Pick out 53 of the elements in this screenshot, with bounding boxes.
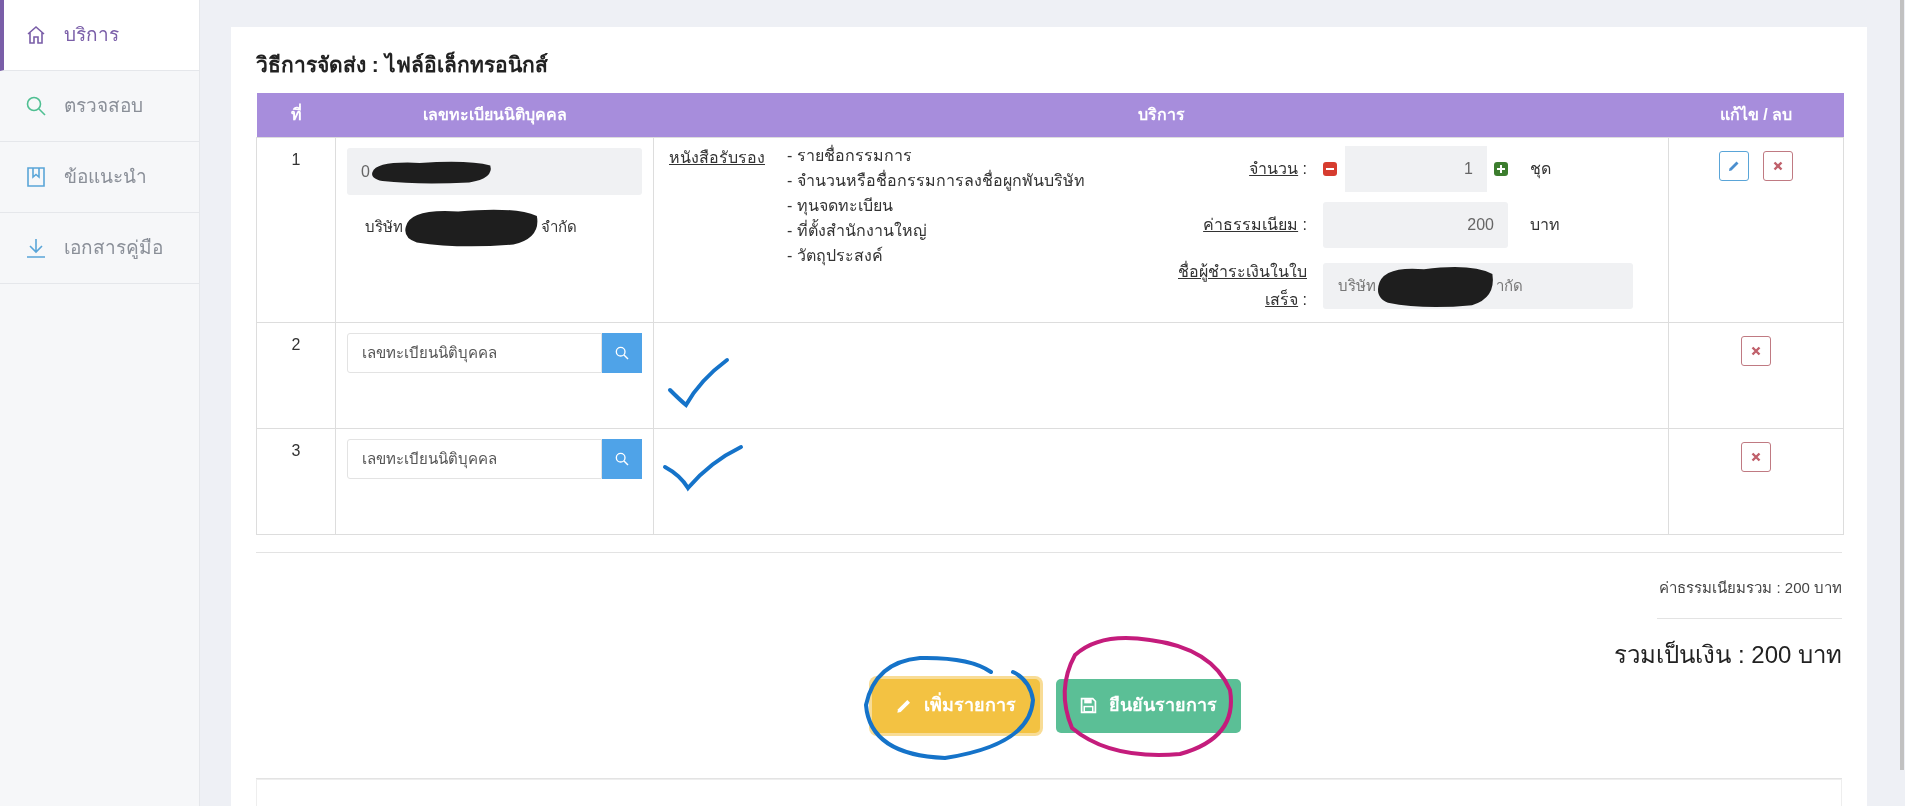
grand-total: รวมเป็นเงิน : 200 บาท <box>1614 639 1842 670</box>
company-name: บริษัท <box>365 216 403 237</box>
field-label: จำนวน : <box>1249 160 1307 177</box>
sidebar-item[interactable]: ข้อแนะนำ <box>0 142 199 213</box>
row-number: 1 <box>291 151 301 168</box>
field-label: ค่าธรรมเนียม : <box>1203 216 1307 233</box>
check-mark-annotation <box>668 358 729 407</box>
plus-icon[interactable] <box>1494 162 1508 176</box>
download-icon <box>24 236 48 260</box>
fee-field[interactable]: 200 <box>1323 202 1508 248</box>
fee-total: ค่าธรรมเนียมรวม : 200 บาท <box>1659 578 1842 598</box>
registration-search-field[interactable]: เลขทะเบียนนิติบุคคล <box>347 439 602 479</box>
section-title: วิธีการจัดส่ง : ไฟล์อิเล็กทรอนิกส์ <box>256 50 549 78</box>
close-icon <box>1751 346 1761 356</box>
certificate-link[interactable]: หนังสือรับรอง <box>669 146 765 314</box>
close-icon <box>1751 452 1761 462</box>
close-icon <box>1773 161 1783 171</box>
search-button[interactable] <box>602 333 642 373</box>
search-icon <box>614 345 630 361</box>
registration-field: 0 <box>347 148 642 195</box>
unit-label: ชุด <box>1530 159 1551 181</box>
field-label: ชื่อผู้ชำระเงินในใบเสร็จ : <box>1178 263 1307 308</box>
confirm-button[interactable]: ยืนยันรายการ <box>1055 678 1241 733</box>
company-name: จำกัด <box>541 216 577 237</box>
edit-button[interactable] <box>1719 151 1749 181</box>
search-icon <box>614 451 630 467</box>
bookmark-icon <box>24 165 48 189</box>
column-header: ที่ <box>290 105 302 123</box>
delete-button[interactable] <box>1763 151 1793 181</box>
service-item: - รายชื่อกรรมการ <box>787 144 913 166</box>
service-item: - จำนวนหรือชื่อกรรมการลงชื่อผูกพันบริษัท <box>787 169 1085 193</box>
quantity-field[interactable]: 1 <box>1345 146 1487 192</box>
sidebar-item[interactable]: บริการ <box>0 0 199 71</box>
delete-button[interactable] <box>1741 336 1771 366</box>
search-icon <box>24 94 48 118</box>
service-item: - ที่ตั้งสำนักงานใหญ่ <box>787 218 1085 243</box>
column-header: เลขทะเบียนนิติบุคคล <box>422 105 567 123</box>
delete-button[interactable] <box>1741 442 1771 472</box>
row-number: 3 <box>291 442 301 459</box>
service-item: - ทุนจดทะเบียน <box>787 196 894 218</box>
row-number: 2 <box>291 336 301 353</box>
unit-label: บาท <box>1530 215 1560 235</box>
search-button[interactable] <box>602 439 642 479</box>
pencil-icon <box>895 697 912 714</box>
column-header: แก้ไข / ลบ <box>1719 105 1793 123</box>
column-header: บริการ <box>1137 105 1185 123</box>
registration-search-field[interactable]: เลขทะเบียนนิติบุคคล <box>347 333 602 373</box>
pencil-icon <box>1728 160 1740 172</box>
service-item: - วัตถุประสงค์ <box>787 245 884 268</box>
sidebar-item[interactable]: ตรวจสอบ <box>0 71 199 142</box>
minus-icon[interactable] <box>1323 162 1337 176</box>
sidebar-item[interactable]: เอกสารคู่มือ <box>0 213 199 284</box>
payer-field[interactable]: บริษัท ากัด <box>1323 263 1633 309</box>
